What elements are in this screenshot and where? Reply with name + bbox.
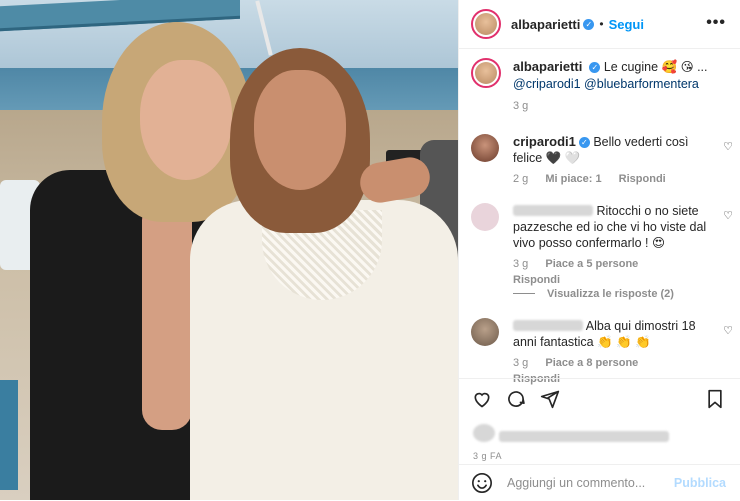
comment-input[interactable]: Aggiungi un commento... xyxy=(507,476,674,490)
verified-icon: ✓ xyxy=(583,18,595,30)
comment-meta: 3 g Piace a 5 persone Rispondi xyxy=(513,256,711,288)
blurred-username xyxy=(513,320,583,331)
add-comment-bar: Aggiungi un commento... Pubblica xyxy=(459,464,740,501)
view-replies[interactable]: Visualizza le risposte (2) xyxy=(513,288,674,300)
save-icon[interactable] xyxy=(704,388,726,410)
caption: albaparietti ✓ Le cugine 🥰 😘 ... @criparo… xyxy=(471,58,733,115)
share-icon[interactable] xyxy=(539,388,561,410)
avatar-image xyxy=(475,13,497,35)
verified-icon: ✓ xyxy=(589,62,601,73)
blurred-likes-text xyxy=(499,431,670,442)
action-bar xyxy=(459,378,740,419)
photo-woman-right-face xyxy=(254,70,346,190)
follow-button[interactable]: Segui xyxy=(609,17,644,32)
comment-time: 2 g xyxy=(513,173,529,185)
avatar[interactable] xyxy=(471,9,501,39)
comment-heart-icon[interactable]: ♡ xyxy=(723,209,733,222)
view-replies-label[interactable]: Visualizza le risposte (2) xyxy=(547,288,674,300)
photo-chair-blue xyxy=(0,380,18,490)
photo-woman-left-skin xyxy=(142,200,192,430)
comment-heart-icon[interactable]: ♡ xyxy=(723,140,733,153)
reply-button[interactable]: Rispondi xyxy=(513,274,560,286)
comment-username[interactable]: criparodi1 xyxy=(513,134,576,149)
photo-woman-left-face xyxy=(140,60,232,180)
comment-emoji: 🖤 🤍 xyxy=(545,151,581,165)
comment-icon[interactable] xyxy=(505,388,527,410)
reply-button[interactable]: Rispondi xyxy=(619,173,666,185)
comment-text: Alba qui dimostri 18 anni fantastica 👏 👏… xyxy=(513,318,711,387)
comment-time: 3 g xyxy=(513,357,529,369)
verified-icon: ✓ xyxy=(578,137,590,148)
publish-button[interactable]: Pubblica xyxy=(674,476,726,490)
comment-likes[interactable]: Piace a 8 persone xyxy=(545,357,638,369)
comment-avatar[interactable] xyxy=(471,203,499,231)
instagram-post: albaparietti ✓ • Segui ••• albaparietti ✓… xyxy=(0,0,740,500)
comment-heart-icon[interactable]: ♡ xyxy=(723,324,733,337)
caption-text: albaparietti ✓ Le cugine 🥰 😘 ... @criparo… xyxy=(513,58,733,115)
comment-2: Ritocchi o no siete pazzesche ed io che … xyxy=(471,203,733,288)
comment-meta: 2 g Mi piace: 1 Rispondi xyxy=(513,171,711,187)
emoji-icon[interactable] xyxy=(471,472,493,494)
comment-text: Ritocchi o no siete pazzesche ed io che … xyxy=(513,203,711,288)
comment-3: Alba qui dimostri 18 anni fantastica 👏 👏… xyxy=(471,318,733,387)
blurred-liker-avatar xyxy=(473,424,495,442)
more-icon[interactable]: ••• xyxy=(706,14,726,32)
caption-meta: 3 g xyxy=(513,98,733,115)
comment-1: criparodi1 ✓ Bello vederti così felice 🖤 … xyxy=(471,134,733,187)
caption-username[interactable]: albaparietti xyxy=(513,59,582,74)
post-header: albaparietti ✓ • Segui ••• xyxy=(459,0,740,49)
replies-line xyxy=(513,293,535,294)
caption-time: 3 g xyxy=(513,100,529,112)
post-time: 3 g FA xyxy=(473,451,503,461)
heart-icon[interactable] xyxy=(471,388,493,410)
comment-likes[interactable]: Piace a 5 persone xyxy=(545,258,638,270)
post-photo[interactable] xyxy=(0,0,458,500)
header-separator: • xyxy=(599,17,604,31)
caption-body: Le cugine 🥰 😘 ... xyxy=(603,60,708,74)
post-side-panel: albaparietti ✓ • Segui ••• albaparietti ✓… xyxy=(458,0,740,500)
comment-time: 3 g xyxy=(513,258,529,270)
caption-avatar-image xyxy=(475,62,497,84)
likes-summary xyxy=(473,424,733,446)
blurred-username xyxy=(513,205,593,216)
caption-mentions[interactable]: @criparodi1 @bluebarformentera xyxy=(513,77,699,91)
caption-avatar[interactable] xyxy=(471,58,501,88)
comment-text: criparodi1 ✓ Bello vederti così felice 🖤 … xyxy=(513,134,711,187)
header-username[interactable]: albaparietti xyxy=(511,17,580,32)
comment-avatar[interactable] xyxy=(471,318,499,346)
comment-avatar[interactable] xyxy=(471,134,499,162)
comment-likes[interactable]: Mi piace: 1 xyxy=(545,173,601,185)
